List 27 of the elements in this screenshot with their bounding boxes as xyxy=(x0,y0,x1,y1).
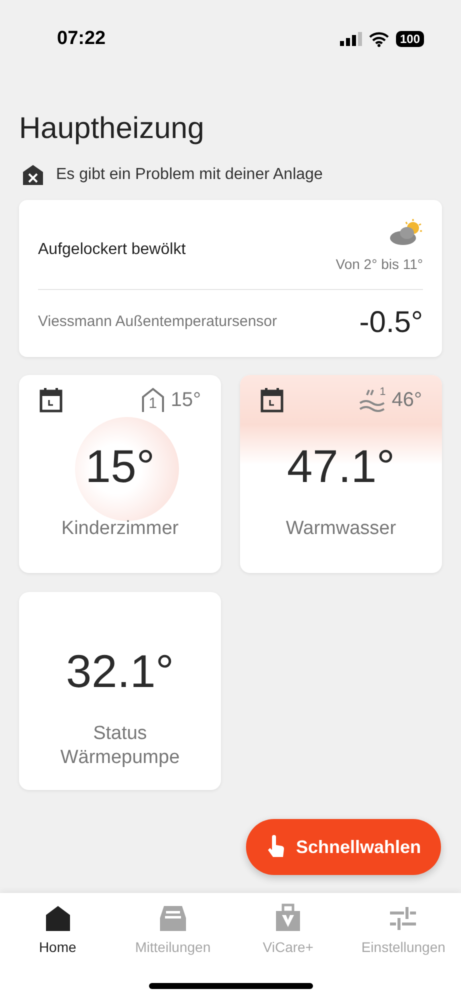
sensor-name: Viessmann Außentemperatursensor xyxy=(38,312,278,332)
tab-item[interactable]: Home xyxy=(2,903,113,958)
page-title: Hauptheizung xyxy=(18,111,206,147)
temperature-range: Von 2° bis 11° xyxy=(336,255,423,274)
temperature-value: 15° xyxy=(85,443,155,490)
hand-pointer-icon xyxy=(266,835,286,859)
house-error-icon xyxy=(22,164,44,186)
tile-label: Warmwasser xyxy=(284,517,398,541)
wifi-icon xyxy=(368,32,389,46)
tile-label: Kinderzimmer xyxy=(60,517,180,541)
partly-cloudy-icon xyxy=(389,218,423,246)
alert-message[interactable]: Es gibt ein Problem mit deiner Anlage xyxy=(56,163,323,187)
status-time: 07:22 xyxy=(57,26,106,51)
temperature-value: 47.1° xyxy=(287,443,395,490)
tile-label: Status Wärmepumpe xyxy=(59,722,181,770)
setpoint-text: 46° xyxy=(392,388,422,413)
temperature-value: 32.1° xyxy=(66,648,174,694)
signal-icon xyxy=(340,32,362,46)
quick-actions-button[interactable]: Schnellwahlen xyxy=(246,819,441,875)
device-tile[interactable]: 1 46° 47.1° Warmwasser xyxy=(240,375,442,573)
battery-indicator: 100 xyxy=(396,31,424,47)
device-tile[interactable]: 32.1° Status Wärmepumpe xyxy=(19,592,221,790)
setpoint-text: 15° xyxy=(170,388,201,413)
inbox-icon xyxy=(158,903,188,933)
weather-condition: Aufgelockert bewölkt xyxy=(38,240,186,260)
device-tile[interactable]: 1 15° 15° Kinderzimmer xyxy=(19,375,221,573)
outdoor-temperature: -0.5° xyxy=(359,305,423,341)
